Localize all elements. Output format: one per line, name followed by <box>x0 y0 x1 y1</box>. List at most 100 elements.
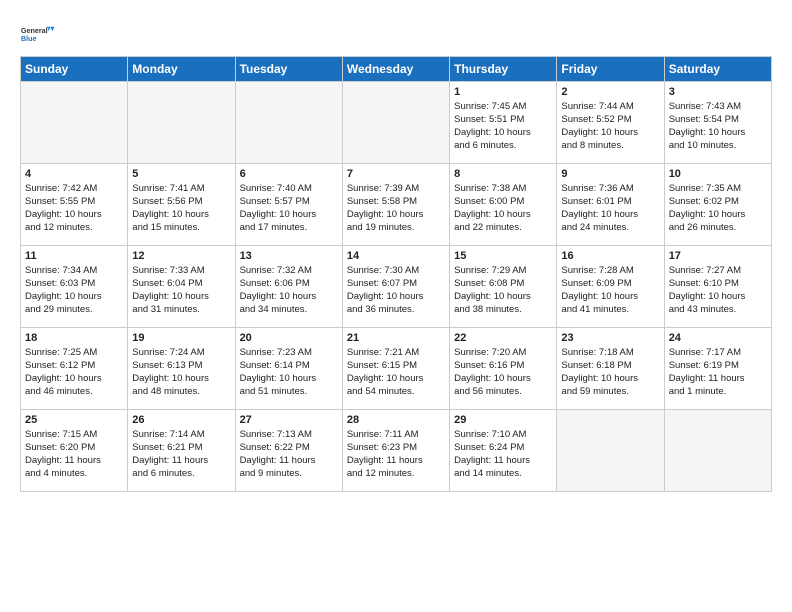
day-number: 29 <box>454 413 552 428</box>
day-info: Sunrise: 7:27 AM Sunset: 6:10 PM Dayligh… <box>669 265 767 316</box>
weekday-header-sunday: Sunday <box>21 57 128 82</box>
calendar-cell <box>235 82 342 164</box>
day-number: 1 <box>454 85 552 100</box>
calendar-cell: 25Sunrise: 7:15 AM Sunset: 6:20 PM Dayli… <box>21 410 128 492</box>
weekday-header-wednesday: Wednesday <box>342 57 449 82</box>
day-info: Sunrise: 7:17 AM Sunset: 6:19 PM Dayligh… <box>669 347 767 398</box>
weekday-header-saturday: Saturday <box>664 57 771 82</box>
day-info: Sunrise: 7:32 AM Sunset: 6:06 PM Dayligh… <box>240 265 338 316</box>
day-info: Sunrise: 7:35 AM Sunset: 6:02 PM Dayligh… <box>669 183 767 234</box>
calendar-cell: 12Sunrise: 7:33 AM Sunset: 6:04 PM Dayli… <box>128 246 235 328</box>
day-info: Sunrise: 7:14 AM Sunset: 6:21 PM Dayligh… <box>132 429 230 480</box>
day-info: Sunrise: 7:43 AM Sunset: 5:54 PM Dayligh… <box>669 101 767 152</box>
day-number: 3 <box>669 85 767 100</box>
calendar-cell <box>664 410 771 492</box>
logo-icon: GeneralBlue <box>20 16 56 52</box>
day-info: Sunrise: 7:25 AM Sunset: 6:12 PM Dayligh… <box>25 347 123 398</box>
day-number: 24 <box>669 331 767 346</box>
day-number: 25 <box>25 413 123 428</box>
day-info: Sunrise: 7:15 AM Sunset: 6:20 PM Dayligh… <box>25 429 123 480</box>
weekday-header-thursday: Thursday <box>450 57 557 82</box>
weekday-header-friday: Friday <box>557 57 664 82</box>
calendar-cell: 14Sunrise: 7:30 AM Sunset: 6:07 PM Dayli… <box>342 246 449 328</box>
day-info: Sunrise: 7:33 AM Sunset: 6:04 PM Dayligh… <box>132 265 230 316</box>
day-info: Sunrise: 7:40 AM Sunset: 5:57 PM Dayligh… <box>240 183 338 234</box>
day-info: Sunrise: 7:39 AM Sunset: 5:58 PM Dayligh… <box>347 183 445 234</box>
day-info: Sunrise: 7:34 AM Sunset: 6:03 PM Dayligh… <box>25 265 123 316</box>
page: GeneralBlue SundayMondayTuesdayWednesday… <box>0 0 792 502</box>
day-number: 23 <box>561 331 659 346</box>
week-row-0: 1Sunrise: 7:45 AM Sunset: 5:51 PM Daylig… <box>21 82 772 164</box>
day-number: 28 <box>347 413 445 428</box>
day-info: Sunrise: 7:13 AM Sunset: 6:22 PM Dayligh… <box>240 429 338 480</box>
calendar-cell: 29Sunrise: 7:10 AM Sunset: 6:24 PM Dayli… <box>450 410 557 492</box>
day-number: 8 <box>454 167 552 182</box>
day-info: Sunrise: 7:36 AM Sunset: 6:01 PM Dayligh… <box>561 183 659 234</box>
calendar-cell: 17Sunrise: 7:27 AM Sunset: 6:10 PM Dayli… <box>664 246 771 328</box>
week-row-2: 11Sunrise: 7:34 AM Sunset: 6:03 PM Dayli… <box>21 246 772 328</box>
calendar-cell: 1Sunrise: 7:45 AM Sunset: 5:51 PM Daylig… <box>450 82 557 164</box>
day-number: 11 <box>25 249 123 264</box>
day-number: 5 <box>132 167 230 182</box>
day-number: 26 <box>132 413 230 428</box>
day-number: 6 <box>240 167 338 182</box>
day-info: Sunrise: 7:20 AM Sunset: 6:16 PM Dayligh… <box>454 347 552 398</box>
calendar-cell: 8Sunrise: 7:38 AM Sunset: 6:00 PM Daylig… <box>450 164 557 246</box>
day-info: Sunrise: 7:23 AM Sunset: 6:14 PM Dayligh… <box>240 347 338 398</box>
calendar-body: 1Sunrise: 7:45 AM Sunset: 5:51 PM Daylig… <box>21 82 772 492</box>
calendar-cell <box>128 82 235 164</box>
day-number: 14 <box>347 249 445 264</box>
day-info: Sunrise: 7:42 AM Sunset: 5:55 PM Dayligh… <box>25 183 123 234</box>
svg-text:Blue: Blue <box>21 34 37 43</box>
day-number: 15 <box>454 249 552 264</box>
calendar-cell: 9Sunrise: 7:36 AM Sunset: 6:01 PM Daylig… <box>557 164 664 246</box>
calendar-cell <box>21 82 128 164</box>
day-number: 21 <box>347 331 445 346</box>
day-info: Sunrise: 7:21 AM Sunset: 6:15 PM Dayligh… <box>347 347 445 398</box>
calendar-cell <box>557 410 664 492</box>
day-number: 4 <box>25 167 123 182</box>
day-info: Sunrise: 7:30 AM Sunset: 6:07 PM Dayligh… <box>347 265 445 316</box>
calendar-cell: 26Sunrise: 7:14 AM Sunset: 6:21 PM Dayli… <box>128 410 235 492</box>
day-info: Sunrise: 7:44 AM Sunset: 5:52 PM Dayligh… <box>561 101 659 152</box>
calendar-cell: 7Sunrise: 7:39 AM Sunset: 5:58 PM Daylig… <box>342 164 449 246</box>
day-number: 13 <box>240 249 338 264</box>
day-info: Sunrise: 7:18 AM Sunset: 6:18 PM Dayligh… <box>561 347 659 398</box>
logo: GeneralBlue <box>20 16 56 52</box>
week-row-4: 25Sunrise: 7:15 AM Sunset: 6:20 PM Dayli… <box>21 410 772 492</box>
header: GeneralBlue <box>20 16 772 52</box>
day-number: 10 <box>669 167 767 182</box>
day-number: 16 <box>561 249 659 264</box>
day-number: 7 <box>347 167 445 182</box>
calendar-cell: 4Sunrise: 7:42 AM Sunset: 5:55 PM Daylig… <box>21 164 128 246</box>
calendar-cell: 10Sunrise: 7:35 AM Sunset: 6:02 PM Dayli… <box>664 164 771 246</box>
day-number: 20 <box>240 331 338 346</box>
day-number: 22 <box>454 331 552 346</box>
calendar-cell: 27Sunrise: 7:13 AM Sunset: 6:22 PM Dayli… <box>235 410 342 492</box>
day-info: Sunrise: 7:28 AM Sunset: 6:09 PM Dayligh… <box>561 265 659 316</box>
day-number: 27 <box>240 413 338 428</box>
calendar-cell: 3Sunrise: 7:43 AM Sunset: 5:54 PM Daylig… <box>664 82 771 164</box>
day-info: Sunrise: 7:10 AM Sunset: 6:24 PM Dayligh… <box>454 429 552 480</box>
svg-text:General: General <box>21 26 48 35</box>
weekday-row: SundayMondayTuesdayWednesdayThursdayFrid… <box>21 57 772 82</box>
calendar-cell: 19Sunrise: 7:24 AM Sunset: 6:13 PM Dayli… <box>128 328 235 410</box>
calendar-cell: 2Sunrise: 7:44 AM Sunset: 5:52 PM Daylig… <box>557 82 664 164</box>
calendar-cell: 5Sunrise: 7:41 AM Sunset: 5:56 PM Daylig… <box>128 164 235 246</box>
calendar-cell: 21Sunrise: 7:21 AM Sunset: 6:15 PM Dayli… <box>342 328 449 410</box>
day-number: 9 <box>561 167 659 182</box>
day-info: Sunrise: 7:38 AM Sunset: 6:00 PM Dayligh… <box>454 183 552 234</box>
weekday-header-tuesday: Tuesday <box>235 57 342 82</box>
day-number: 2 <box>561 85 659 100</box>
day-number: 18 <box>25 331 123 346</box>
day-number: 19 <box>132 331 230 346</box>
day-info: Sunrise: 7:45 AM Sunset: 5:51 PM Dayligh… <box>454 101 552 152</box>
day-info: Sunrise: 7:11 AM Sunset: 6:23 PM Dayligh… <box>347 429 445 480</box>
calendar-cell: 22Sunrise: 7:20 AM Sunset: 6:16 PM Dayli… <box>450 328 557 410</box>
calendar-header: SundayMondayTuesdayWednesdayThursdayFrid… <box>21 57 772 82</box>
week-row-3: 18Sunrise: 7:25 AM Sunset: 6:12 PM Dayli… <box>21 328 772 410</box>
day-number: 12 <box>132 249 230 264</box>
calendar-table: SundayMondayTuesdayWednesdayThursdayFrid… <box>20 56 772 492</box>
calendar-cell: 15Sunrise: 7:29 AM Sunset: 6:08 PM Dayli… <box>450 246 557 328</box>
week-row-1: 4Sunrise: 7:42 AM Sunset: 5:55 PM Daylig… <box>21 164 772 246</box>
